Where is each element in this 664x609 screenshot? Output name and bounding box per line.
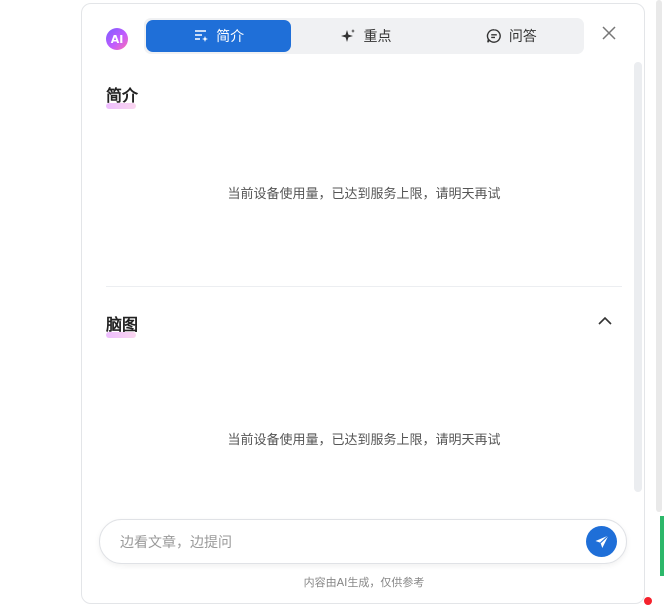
section-divider <box>106 286 622 287</box>
ai-logo-icon: AI <box>106 28 128 50</box>
disclaimer-note: 内容由AI生成，仅供参考 <box>303 576 425 589</box>
chevron-up-icon[interactable] <box>596 312 614 330</box>
mindmap-section-title: 脑图 <box>106 311 139 338</box>
close-icon[interactable] <box>600 24 618 42</box>
ai-assistant-panel: AI 简介 重点 问答 简介 当前设备使用量，已达到服务上限，请明天再试 脑图 … <box>81 3 645 604</box>
tab-qa[interactable]: 问答 <box>439 18 584 54</box>
sparkle-icon <box>341 29 356 42</box>
notification-dot <box>644 597 652 605</box>
intro-section-title: 简介 <box>106 82 139 109</box>
tab-summary-label: 简介 <box>216 29 245 45</box>
chat-bubble-icon <box>486 29 501 43</box>
intro-title-text: 简介 <box>106 86 139 105</box>
left-page-area <box>0 0 81 609</box>
panel-scrollbar[interactable] <box>634 62 642 492</box>
tab-qa-label: 问答 <box>508 29 537 45</box>
tab-key-points-label: 重点 <box>363 29 392 45</box>
tab-key-points[interactable]: 重点 <box>293 18 438 54</box>
ai-logo-text: AI <box>110 32 124 46</box>
question-input-box <box>99 519 627 564</box>
send-icon <box>595 534 609 548</box>
summary-list-icon <box>195 30 209 42</box>
page-scrollbar[interactable] <box>656 0 662 512</box>
tab-bar: 简介 重点 问答 <box>144 18 584 54</box>
intro-status-message: 当前设备使用量，已达到服务上限，请明天再试 <box>227 187 501 202</box>
mindmap-status-message: 当前设备使用量，已达到服务上限，请明天再试 <box>227 433 501 448</box>
mindmap-title-text: 脑图 <box>106 315 139 334</box>
side-edge-indicator <box>660 516 664 576</box>
question-input[interactable] <box>118 531 562 555</box>
send-button[interactable] <box>586 526 617 557</box>
tab-summary[interactable]: 简介 <box>146 20 292 52</box>
